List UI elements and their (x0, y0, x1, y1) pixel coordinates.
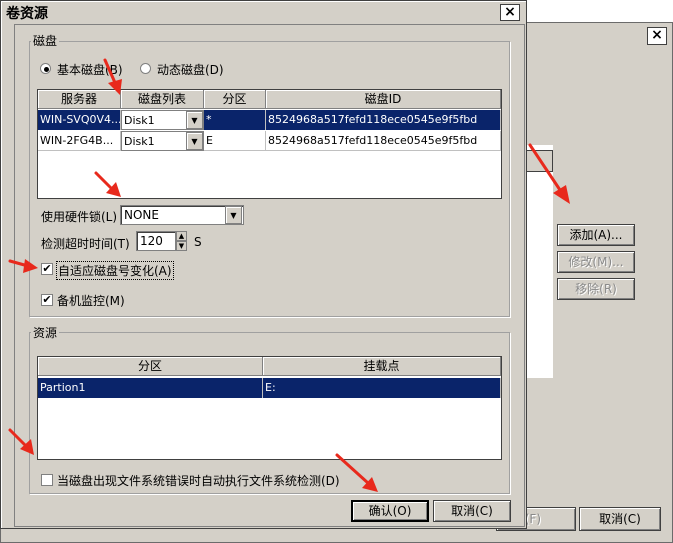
add-button[interactable]: 添加(A)... (557, 224, 635, 246)
dynamic-disk-radio[interactable] (140, 63, 151, 74)
dropdown-arrow-icon[interactable]: ▼ (225, 206, 242, 224)
parent-cancel-button[interactable]: 取消(C) (579, 507, 661, 531)
fs-check-label[interactable]: 当磁盘出现文件系统错误时自动执行文件系统检测(D) (57, 472, 340, 489)
col-header-partition[interactable]: 分区 (38, 357, 263, 376)
dynamic-disk-label[interactable]: 动态磁盘(D) (157, 61, 224, 78)
cell-partition: Partion1 (38, 378, 263, 398)
timeout-label: 检测超时时间(T) (41, 237, 130, 251)
timeout-unit: S (194, 235, 202, 249)
col-header-mount-point[interactable]: 挂载点 (263, 357, 501, 376)
cell-server: WIN-2FG4B... (38, 131, 121, 151)
adapt-disk-checkbox[interactable]: ✔ (41, 263, 53, 275)
fs-check-checkbox[interactable] (41, 474, 53, 486)
parent-list-area (523, 145, 553, 378)
dialog-title: 卷资源 (6, 6, 48, 22)
timeout-input[interactable]: 120 (136, 231, 176, 251)
modify-button[interactable]: 修改(M)... (557, 251, 635, 273)
spin-down-icon[interactable]: ▼ (176, 241, 187, 251)
basic-disk-radio[interactable] (40, 63, 51, 74)
col-header-disk-list[interactable]: 磁盘列表 (121, 90, 204, 109)
disk-group-legend: 磁盘 (31, 32, 60, 49)
cell-partition: E (204, 131, 266, 151)
resource-group-legend: 资源 (31, 324, 60, 341)
cancel-button[interactable]: 取消(C) (433, 500, 511, 522)
ok-button[interactable]: 确认(O) (351, 500, 429, 522)
col-header-server[interactable]: 服务器 (38, 90, 121, 109)
basic-disk-label[interactable]: 基本磁盘(B) (57, 61, 123, 78)
spin-up-icon[interactable]: ▲ (176, 231, 187, 241)
cell-disk-id: 8524968a517fefd118ece0545e9f5fbd (266, 110, 501, 130)
hw-lock-label: 使用硬件锁(L) (41, 210, 118, 224)
dialog-titlebar (2, 2, 523, 23)
cell-mount-point: E: (263, 378, 501, 398)
col-header-partition[interactable]: 分区 (204, 90, 266, 109)
cell-partition: * (204, 110, 266, 130)
cell-server: WIN-SVQ0V4... (38, 110, 121, 130)
dropdown-arrow-icon[interactable]: ▼ (186, 111, 203, 129)
standby-monitor-checkbox[interactable]: ✔ (41, 294, 53, 306)
parent-close-button[interactable]: × (647, 27, 667, 45)
col-header-disk-id[interactable]: 磁盘ID (266, 90, 501, 109)
standby-monitor-label[interactable]: 备机监控(M) (57, 292, 125, 309)
dialog-close-button[interactable]: × (500, 4, 520, 21)
dropdown-arrow-icon[interactable]: ▼ (186, 132, 203, 150)
cell-disk-id: 8524968a517fefd118ece0545e9f5fbd (266, 131, 501, 151)
adapt-disk-label[interactable]: 自适应磁盘号变化(A) (56, 261, 174, 280)
remove-button[interactable]: 移除(R) (557, 278, 635, 300)
